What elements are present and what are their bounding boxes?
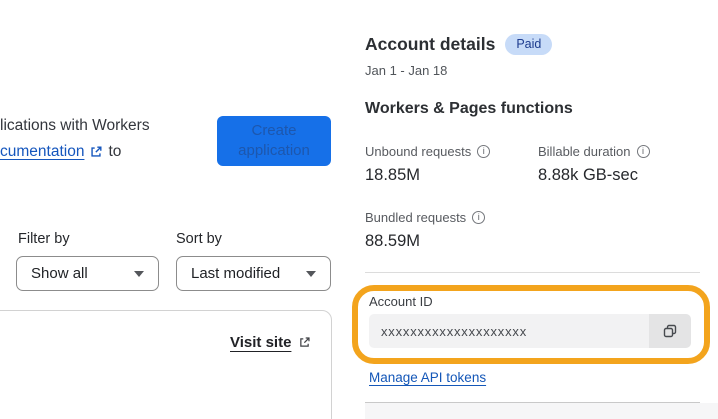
intro-text-line2: cumentation to [0,143,121,161]
intro-text-line1: lications with Workers [0,117,150,134]
sort-dropdown-value: Last modified [191,265,281,282]
workers-pages-functions-title: Workers & Pages functions [365,100,573,117]
documentation-link[interactable]: cumentation [0,143,84,161]
filter-dropdown-value: Show all [31,265,88,282]
dashboard-screenshot: lications with Workers cumentation to Cr… [0,0,718,419]
account-id-field-group [369,314,691,348]
divider [365,402,700,403]
project-card [0,310,332,419]
create-application-button[interactable]: Create application [217,116,331,166]
filter-by-label: Filter by [18,231,70,247]
metric-value: 8.88k GB-sec [538,166,638,184]
account-details-title: Account details [365,34,496,54]
metric-value: 18.85M [365,166,421,184]
divider [365,272,700,273]
paid-plan-badge: Paid [505,34,553,55]
account-id-label: Account ID [369,294,433,309]
external-link-icon [298,336,311,349]
visit-site-label: Visit site [230,334,292,351]
next-section-strip [365,403,718,419]
sort-by-label: Sort by [176,231,222,247]
sort-dropdown[interactable]: Last modified [176,256,331,291]
chevron-down-icon [306,270,316,277]
external-link-icon [89,145,103,159]
account-id-input[interactable] [369,314,649,348]
info-icon[interactable]: i [472,211,486,224]
metric-label: Bundled requests i [365,210,486,225]
info-icon[interactable]: i [636,145,650,158]
visit-site-link[interactable]: Visit site [230,334,311,351]
intro-text-suffix: to [108,143,122,160]
copy-icon [662,323,678,339]
metric-label: Unbound requests i [365,144,491,159]
copy-account-id-button[interactable] [649,314,691,348]
filter-dropdown[interactable]: Show all [16,256,159,291]
chevron-down-icon [134,270,144,277]
info-icon[interactable]: i [477,145,491,158]
metric-value: 88.59M [365,232,421,250]
manage-api-tokens-link[interactable]: Manage API tokens [369,370,486,385]
metric-label: Billable duration i [538,144,650,159]
date-range: Jan 1 - Jan 18 [365,63,448,78]
account-details-header: Account details Paid [365,34,553,55]
create-application-label: Create application [238,122,310,159]
